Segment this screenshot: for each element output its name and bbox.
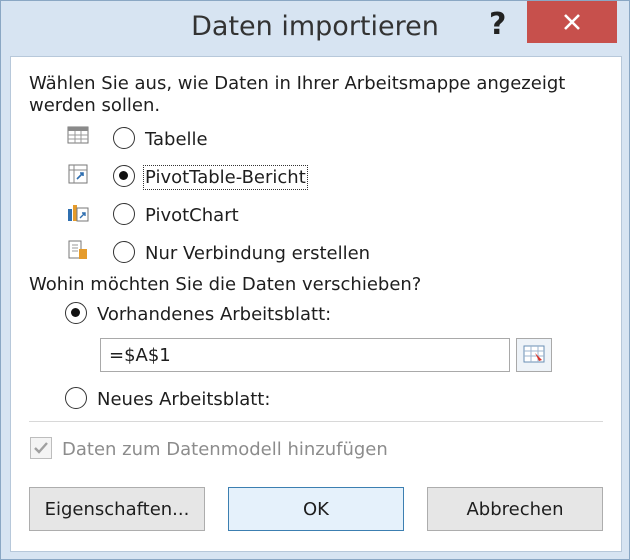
close-icon xyxy=(564,14,580,30)
data-model-label: Daten zum Datenmodell hinzufügen xyxy=(62,439,388,460)
title-bar: Daten importieren ? xyxy=(1,1,629,55)
close-button[interactable] xyxy=(527,1,617,43)
option-connection-only-label: Nur Verbindung erstellen xyxy=(145,243,371,264)
pivottable-icon xyxy=(68,164,88,184)
radio-connection-only[interactable] xyxy=(113,241,135,263)
option-pivottable-label: PivotTable-Bericht xyxy=(143,165,308,190)
intro-text: Wählen Sie aus, wie Daten in Ihrer Arbei… xyxy=(29,73,566,116)
pivotchart-icon xyxy=(68,205,89,222)
option-pivotchart-label: PivotChart xyxy=(145,205,239,226)
range-input[interactable]: =$A$1 xyxy=(100,338,510,372)
ok-button[interactable]: OK xyxy=(228,487,404,531)
radio-new-worksheet[interactable] xyxy=(65,387,87,409)
import-data-dialog: Daten importieren ? Wählen Sie aus, wie … xyxy=(0,0,630,560)
existing-worksheet-label: Vorhandenes Arbeitsblatt: xyxy=(97,304,332,325)
option-table-label: Tabelle xyxy=(145,129,208,150)
divider xyxy=(29,421,603,422)
connection-only-icon xyxy=(68,240,87,259)
range-value: =$A$1 xyxy=(109,345,171,366)
destination-question: Wohin möchten Sie die Daten verschieben? xyxy=(29,274,422,295)
radio-table[interactable] xyxy=(113,127,135,149)
cancel-button[interactable]: Abbrechen xyxy=(427,487,603,531)
new-worksheet-label: Neues Arbeitsblatt: xyxy=(97,389,271,410)
properties-button[interactable]: Eigenschaften... xyxy=(29,487,205,531)
radio-pivotchart[interactable] xyxy=(113,203,135,225)
help-icon[interactable]: ? xyxy=(489,7,506,42)
checkmark-icon xyxy=(34,442,48,454)
dialog-body: Wählen Sie aus, wie Daten in Ihrer Arbei… xyxy=(10,56,622,552)
data-model-checkbox[interactable] xyxy=(30,437,52,459)
table-icon xyxy=(67,126,89,144)
collapse-dialog-icon xyxy=(523,345,545,363)
radio-pivottable[interactable] xyxy=(113,165,135,187)
radio-existing-worksheet[interactable] xyxy=(65,302,87,324)
range-picker-button[interactable] xyxy=(516,338,552,372)
